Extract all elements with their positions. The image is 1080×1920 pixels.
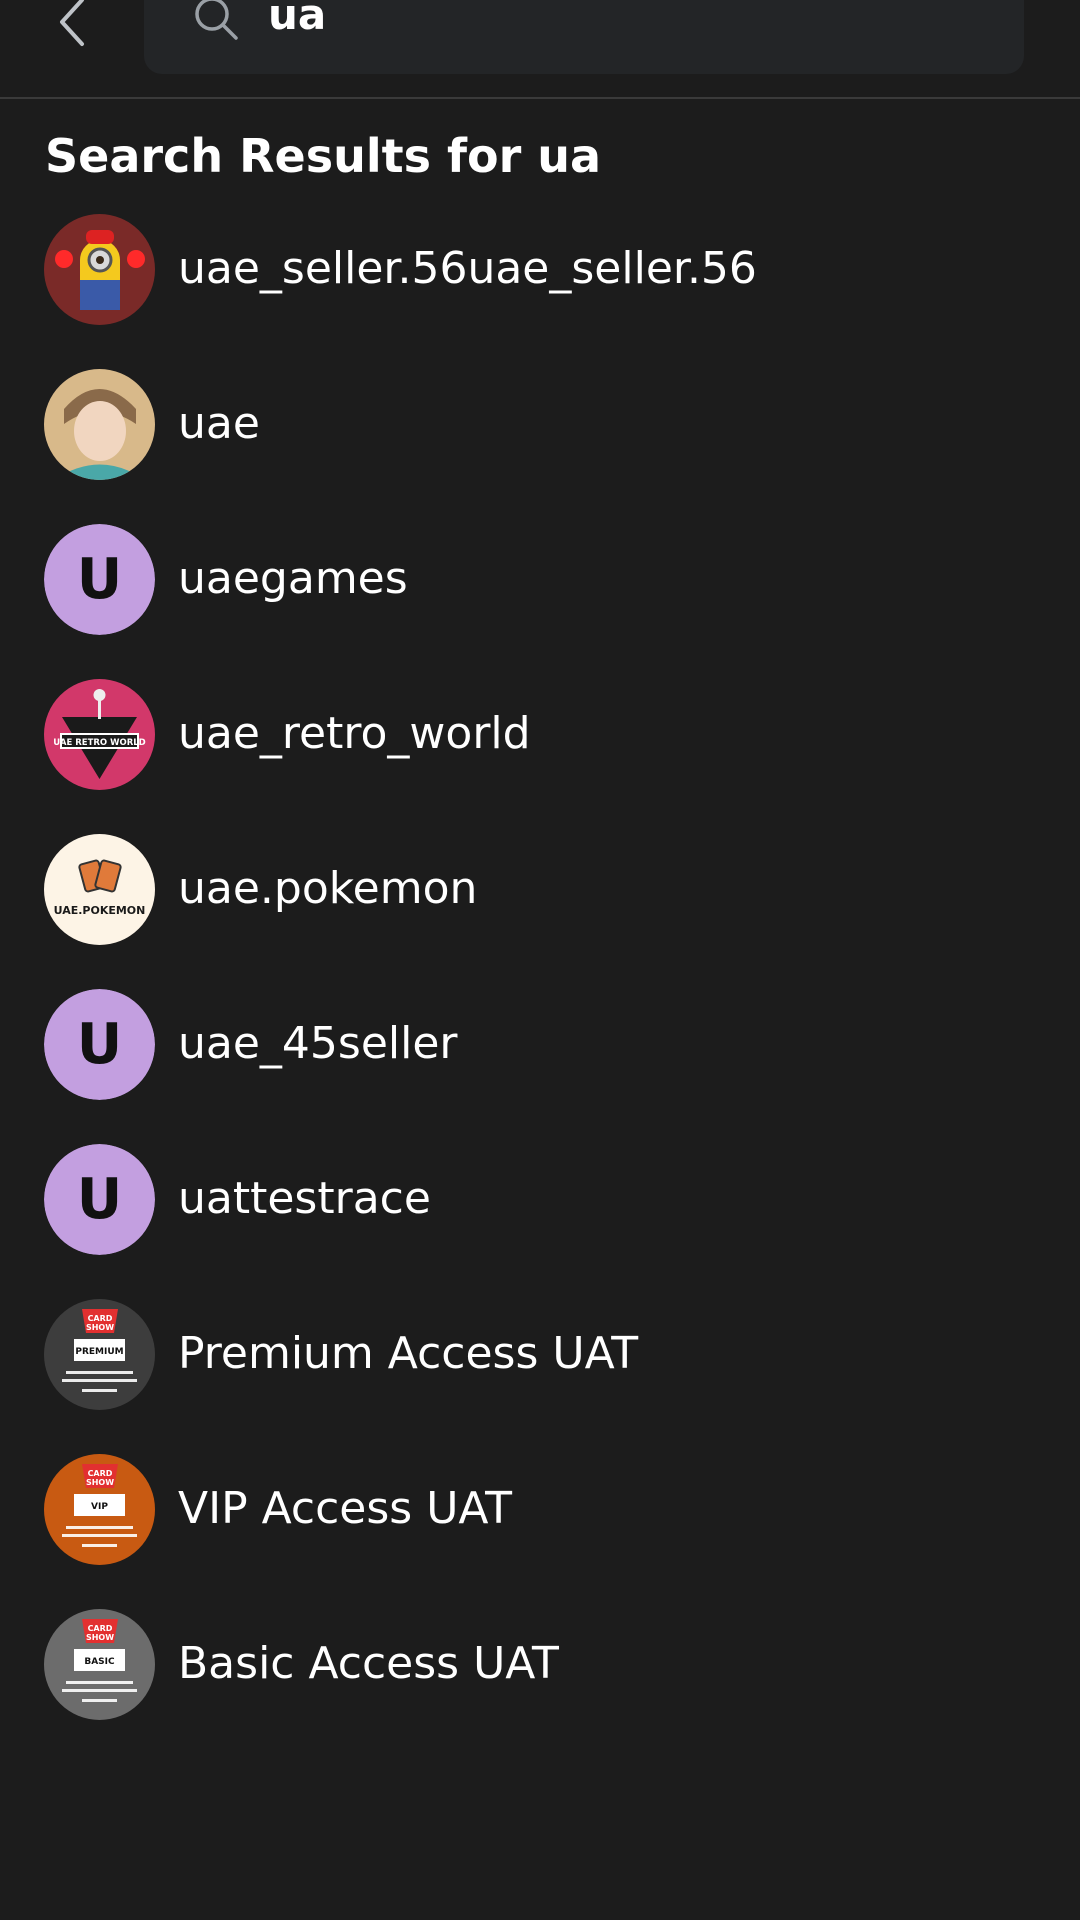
- search-input[interactable]: [268, 0, 968, 44]
- svg-text:SHOW: SHOW: [86, 1478, 114, 1487]
- search-result-item[interactable]: UAE RETRO WORLD uae_retro_world: [0, 673, 1080, 828]
- search-result-item[interactable]: Uuattestrace: [0, 1138, 1080, 1293]
- search-result-item[interactable]: Uuaegames: [0, 518, 1080, 673]
- avatar-badge-text: VIP: [91, 1502, 108, 1512]
- result-name: Premium Access UAT: [178, 1328, 639, 1379]
- search-bar[interactable]: [144, 0, 1024, 74]
- result-name: uattestrace: [178, 1173, 431, 1224]
- svg-text:SHOW: SHOW: [86, 1633, 114, 1642]
- search-result-item[interactable]: uae: [0, 363, 1080, 518]
- avatar: UAE.POKEMON: [44, 834, 155, 945]
- result-name: Basic Access UAT: [178, 1638, 559, 1689]
- avatar: CARD SHOW VIP: [44, 1454, 155, 1565]
- result-name: uae: [178, 398, 260, 449]
- result-name: uaegames: [178, 553, 408, 604]
- result-name: uae_retro_world: [178, 708, 531, 759]
- search-icon: [195, 0, 238, 40]
- avatar-initial: U: [44, 1144, 155, 1255]
- avatar-initial: U: [44, 524, 155, 635]
- search-result-item[interactable]: CARD SHOW PREMIUM Premium Access UAT: [0, 1293, 1080, 1448]
- avatar: CARD SHOW BASIC: [44, 1609, 155, 1720]
- avatar-initial-letter: U: [77, 1012, 122, 1077]
- back-button[interactable]: [44, 0, 100, 50]
- avatar-initial: U: [44, 989, 155, 1100]
- avatar: [44, 214, 155, 325]
- svg-text:CARD: CARD: [88, 1314, 113, 1323]
- chevron-left-icon: [60, 0, 84, 46]
- avatar-initial-letter: U: [77, 1167, 122, 1232]
- svg-text:SHOW: SHOW: [86, 1323, 114, 1332]
- search-result-item[interactable]: uae_seller.56uae_seller.56: [0, 208, 1080, 363]
- search-result-item[interactable]: UAE.POKEMON uae.pokemon: [0, 828, 1080, 983]
- svg-text:CARD: CARD: [88, 1624, 113, 1633]
- avatar-badge-text: BASIC: [84, 1657, 115, 1667]
- result-name: uae.pokemon: [178, 863, 478, 914]
- search-result-item[interactable]: Uuae_45seller: [0, 983, 1080, 1138]
- avatar-logo-text: UAE.POKEMON: [54, 904, 146, 917]
- avatar-initial-letter: U: [77, 547, 122, 612]
- result-name: uae_seller.56uae_seller.56: [178, 243, 757, 294]
- avatar-logo-text: UAE RETRO WORLD: [53, 738, 145, 748]
- svg-text:CARD: CARD: [88, 1469, 113, 1478]
- search-result-item[interactable]: CARD SHOW VIP VIP Access UAT: [0, 1448, 1080, 1603]
- avatar-badge-text: PREMIUM: [75, 1347, 123, 1357]
- avatar: UAE RETRO WORLD: [44, 679, 155, 790]
- avatar: CARD SHOW PREMIUM: [44, 1299, 155, 1410]
- results-list: uae_seller.56uae_seller.56 uae Uuaegames…: [0, 208, 1080, 1758]
- result-name: uae_45seller: [178, 1018, 458, 1069]
- result-name: VIP Access UAT: [178, 1483, 512, 1534]
- search-result-item[interactable]: CARD SHOW BASIC Basic Access UAT: [0, 1603, 1080, 1758]
- avatar: [44, 369, 155, 480]
- search-header: [0, 0, 1080, 99]
- results-title: Search Results for ua: [45, 129, 602, 183]
